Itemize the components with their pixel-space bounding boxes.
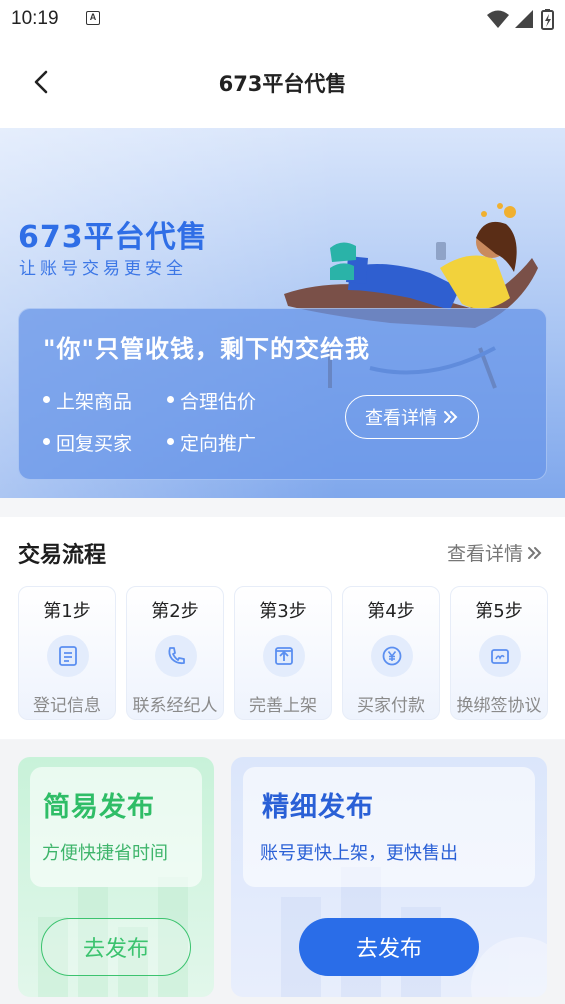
step-label: 买家付款 <box>357 696 425 716</box>
section-title: 交易流程 <box>18 543 107 568</box>
step-number: 第1步 <box>43 601 91 622</box>
step-label: 登记信息 <box>33 696 101 716</box>
phone-icon <box>155 635 197 677</box>
status-icons <box>487 9 554 30</box>
trade-process-section: 交易流程 查看详情 第1步 登记信息 第2步 联系经纪人 第3步 完善上架 第4… <box>0 517 565 739</box>
double-chevron-right-icon <box>528 546 542 559</box>
feature-item: 上架商品 <box>42 387 132 414</box>
contract-icon <box>479 635 521 677</box>
banner-headline: "你"只管收钱，剩下的交给我 <box>43 335 371 363</box>
process-details-link[interactable]: 查看详情 <box>447 539 543 566</box>
step-card-5[interactable]: 第5步 换绑签协议 <box>450 586 548 720</box>
step-card-1[interactable]: 第1步 登记信息 <box>18 586 116 720</box>
step-card-4[interactable]: 第4步 买家付款 <box>342 586 440 720</box>
double-chevron-right-icon <box>444 411 458 423</box>
feature-item: 定向推广 <box>166 429 256 456</box>
upload-icon <box>263 635 305 677</box>
step-number: 第4步 <box>367 601 415 622</box>
nav-bar: 673平台代售 <box>0 38 565 128</box>
banner-title: 673平台代售 <box>18 220 208 255</box>
feature-item: 合理估价 <box>166 387 256 414</box>
step-number: 第3步 <box>259 601 307 622</box>
battery-icon <box>541 9 554 30</box>
step-label: 联系经纪人 <box>132 696 218 716</box>
yen-icon <box>371 635 413 677</box>
publish-section: 简易发布 方便快捷省时间 去发布 精细发布 账号更快上架，更快售出 去发布 <box>0 740 565 1004</box>
simple-publish-subtitle: 方便快捷省时间 <box>42 843 168 864</box>
fine-publish-title: 精细发布 <box>262 792 374 823</box>
fine-publish-card: 精细发布 账号更快上架，更快售出 去发布 <box>231 757 547 997</box>
step-label: 完善上架 <box>249 696 317 716</box>
feature-item: 回复买家 <box>42 429 132 456</box>
banner-info-card: "你"只管收钱，剩下的交给我 上架商品 合理估价 回复买家 定向推广 查看详情 <box>18 308 547 480</box>
form-icon <box>47 635 89 677</box>
status-bar: 10:19 A <box>0 0 565 38</box>
signal-icon <box>515 10 533 28</box>
view-details-button[interactable]: 查看详情 <box>345 395 479 439</box>
step-card-3[interactable]: 第3步 完善上架 <box>234 586 332 720</box>
banner-subtitle: 让账号交易更安全 <box>19 259 187 279</box>
step-number: 第2步 <box>151 601 199 622</box>
status-time: 10:19 <box>11 8 59 29</box>
simple-publish-title: 简易发布 <box>43 792 155 823</box>
process-details-label: 查看详情 <box>446 543 523 565</box>
simple-publish-card: 简易发布 方便快捷省时间 去发布 <box>18 757 214 997</box>
fine-publish-button[interactable]: 去发布 <box>299 918 479 976</box>
simple-publish-button[interactable]: 去发布 <box>41 918 191 976</box>
hero-banner: 673平台代售 让账号交易更安全 "你"只管收钱，剩下的交给我 上架商品 合理估… <box>0 128 565 498</box>
step-card-2[interactable]: 第2步 联系经纪人 <box>126 586 224 720</box>
step-number: 第5步 <box>475 601 523 622</box>
fine-publish-subtitle: 账号更快上架，更快售出 <box>260 843 458 864</box>
keyboard-indicator-icon: A <box>86 11 100 25</box>
view-details-label: 查看详情 <box>365 408 437 429</box>
step-label: 换绑签协议 <box>456 696 542 716</box>
wifi-icon <box>487 10 509 28</box>
page-title: 673平台代售 <box>218 72 347 96</box>
